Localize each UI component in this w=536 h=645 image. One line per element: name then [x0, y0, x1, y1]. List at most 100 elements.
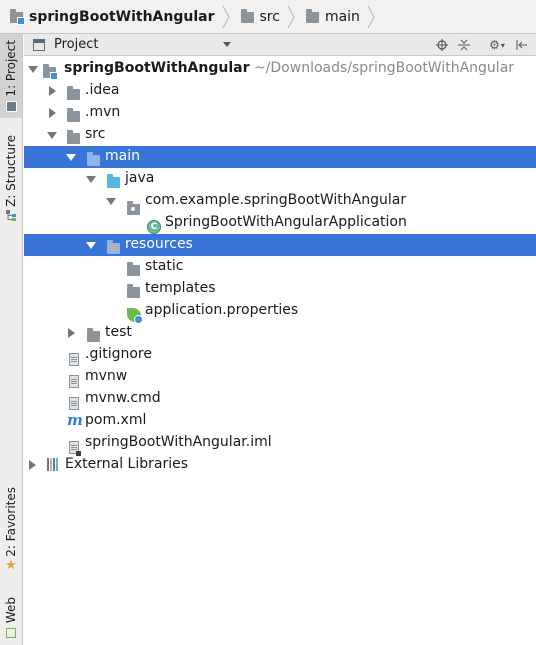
collapsed-arrow-icon[interactable] — [29, 460, 36, 470]
spring-properties-icon — [127, 308, 143, 324]
breadcrumb-project[interactable]: springBootWithAngular — [0, 0, 231, 34]
chevron-down-icon[interactable] — [223, 42, 231, 47]
web-icon — [6, 627, 16, 638]
breadcrumb-main[interactable]: main — [296, 0, 376, 34]
chevron-right-icon — [367, 5, 375, 28]
star-icon: ★ — [5, 558, 17, 574]
expand-arrow-icon[interactable] — [86, 176, 96, 183]
tree-row-mvn[interactable]: .mvn — [24, 102, 536, 124]
tree-row-gitignore[interactable]: .gitignore — [24, 344, 536, 366]
project-panel-header: Project ⚙ ▾ — [24, 34, 536, 56]
tree-row-package[interactable]: com.example.springBootWithAngular — [24, 190, 536, 215]
project-folder-icon — [43, 64, 58, 80]
folder-icon — [127, 284, 140, 298]
tree-row-pom[interactable]: m pom.xml — [24, 410, 536, 432]
tree-item-label: .gitignore — [85, 346, 152, 362]
root-label: springBootWithAngular ~/Downloads/spring… — [64, 60, 514, 76]
tree-item-label: External Libraries — [65, 456, 188, 472]
folder-icon — [67, 130, 80, 144]
project-view-icon — [33, 38, 45, 51]
folder-icon — [67, 86, 80, 100]
tree-row-mvnw-cmd[interactable]: mvnw.cmd — [24, 388, 536, 410]
folder-icon — [67, 108, 80, 122]
tree-row-test[interactable]: test — [24, 322, 536, 344]
tree-row-java[interactable]: java — [24, 168, 536, 190]
collapsed-arrow-icon[interactable] — [68, 328, 75, 338]
expand-arrow-icon[interactable] — [86, 242, 96, 249]
source-folder-icon — [107, 174, 120, 188]
folder-icon — [127, 262, 140, 276]
tree-item-label: src — [85, 126, 106, 142]
gear-icon[interactable]: ⚙ ▾ — [486, 37, 508, 53]
tree-item-label: java — [125, 170, 155, 186]
libraries-icon — [47, 458, 58, 471]
navigation-bar: springBootWithAngular src main — [0, 0, 536, 34]
expand-arrow-icon[interactable] — [28, 66, 38, 73]
tree-row-idea[interactable]: .idea — [24, 80, 536, 102]
root-name: springBootWithAngular — [64, 60, 250, 76]
tree-row-mvnw[interactable]: mvnw — [24, 366, 536, 388]
root-path: ~/Downloads/springBootWithAngular — [253, 60, 515, 76]
tab-web[interactable]: Web — [0, 590, 22, 645]
folder-icon — [240, 9, 254, 23]
breadcrumb-src[interactable]: src — [231, 0, 296, 34]
folder-icon — [305, 9, 319, 23]
view-selector[interactable]: Project — [54, 37, 98, 52]
tree-row-application-class[interactable]: C SpringBootWithAngularApplication — [24, 212, 536, 234]
chevron-right-icon — [287, 5, 295, 28]
tree-item-label: mvnw — [85, 368, 128, 384]
tree-item-label: application.properties — [145, 302, 299, 318]
tab-project[interactable]: 1: Project — [0, 34, 22, 118]
tab-project-label: 1: Project — [4, 40, 18, 97]
text-file-icon — [69, 396, 79, 410]
tree-item-label: static — [145, 258, 184, 274]
tree-item-label: test — [105, 324, 132, 340]
tree-item-label: springBootWithAngular.iml — [85, 434, 272, 450]
tree-row-external-libraries[interactable]: External Libraries — [24, 454, 536, 476]
text-file-icon — [69, 352, 79, 366]
collapsed-arrow-icon[interactable] — [49, 86, 56, 96]
breadcrumb-label: src — [259, 8, 280, 25]
tool-window-strip: 1: Project Z: Structure 2: Favorites ★ W… — [0, 34, 23, 645]
tree-row-resources[interactable]: resources — [24, 234, 536, 256]
expand-arrow-icon[interactable] — [47, 132, 57, 139]
tab-favorites-label: 2: Favorites — [4, 486, 18, 557]
expand-arrow-icon[interactable] — [106, 198, 116, 205]
folder-icon — [87, 328, 100, 342]
tab-structure[interactable]: Z: Structure — [0, 132, 22, 224]
resources-folder-icon — [107, 240, 120, 254]
tab-structure-label: Z: Structure — [4, 134, 18, 207]
tree-row-src[interactable]: src — [24, 124, 536, 146]
tree-item-label: SpringBootWithAngularApplication — [165, 214, 407, 230]
expand-arrow-icon[interactable] — [66, 154, 76, 161]
locate-icon[interactable] — [434, 37, 450, 53]
module-file-icon — [69, 440, 81, 456]
text-file-icon — [69, 374, 79, 388]
tree-item-label: main — [105, 148, 140, 164]
tree-item-label: pom.xml — [85, 412, 147, 428]
structure-icon — [5, 210, 16, 222]
tree-item-label: mvnw.cmd — [85, 390, 161, 406]
tree-item-label: com.example.springBootWithAngular — [145, 192, 407, 208]
collapse-all-icon[interactable] — [456, 37, 472, 53]
breadcrumb-label: main — [324, 8, 360, 25]
hide-icon[interactable] — [514, 37, 530, 53]
tree-item-label: resources — [125, 236, 193, 252]
tree-row-static[interactable]: static — [24, 256, 536, 278]
folder-icon — [87, 152, 100, 166]
tree-row-templates[interactable]: templates — [24, 278, 536, 300]
tree-item-label: .idea — [85, 82, 120, 98]
project-folder-icon — [10, 9, 25, 25]
tab-web-label: Web — [4, 597, 18, 624]
tree-row-application-properties[interactable]: application.properties — [24, 300, 536, 324]
breadcrumb-label: springBootWithAngular — [29, 8, 215, 25]
collapsed-arrow-icon[interactable] — [49, 108, 56, 118]
tree-item-label: templates — [145, 280, 216, 296]
tree-row-root[interactable]: springBootWithAngular ~/Downloads/spring… — [24, 58, 536, 80]
tab-favorites[interactable]: 2: Favorites ★ — [0, 482, 22, 578]
tree-item-label: .mvn — [85, 104, 121, 120]
maven-icon: m — [67, 411, 83, 429]
tree-row-main[interactable]: main — [24, 146, 536, 168]
project-icon — [5, 100, 17, 112]
tree-row-iml[interactable]: springBootWithAngular.iml — [24, 432, 536, 456]
